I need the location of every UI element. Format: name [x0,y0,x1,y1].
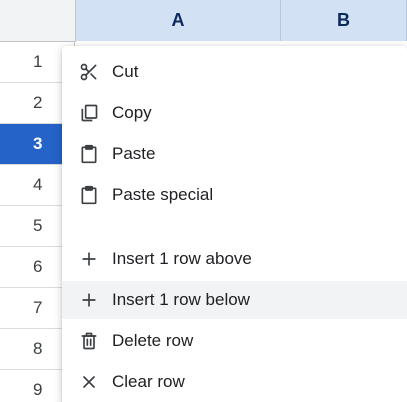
select-all-corner[interactable] [0,0,76,41]
menu-item-label: Insert 1 row below [112,290,250,309]
context-menu: Cut Copy Paste Paste special Insert 1 ro… [62,46,407,402]
menu-item-label: Insert 1 row above [112,249,252,268]
menu-item-clear-row[interactable]: Clear row [62,363,407,401]
row-number: 8 [33,339,43,358]
row-number: 9 [33,380,43,399]
row-number: 4 [33,175,43,194]
column-header-row: A B [0,0,407,42]
copy-icon [78,102,100,124]
row-number: 3 [33,134,43,153]
spreadsheet: A B 1 2 3 4 5 6 7 8 9 Cut Copy Paste Pas… [0,0,407,402]
menu-divider [62,223,407,224]
menu-item-insert-row-below[interactable]: Insert 1 row below [62,281,407,319]
menu-item-delete-row[interactable]: Delete row [62,322,407,360]
menu-item-label: Clear row [112,372,185,391]
row-number: 5 [33,216,43,235]
menu-item-copy[interactable]: Copy [62,94,407,132]
menu-item-cut[interactable]: Cut [62,53,407,91]
x-icon [78,371,100,393]
menu-item-label: Copy [112,103,152,122]
row-number: 1 [33,52,43,71]
clipboard-icon [78,143,100,165]
plus-icon [78,248,100,270]
column-header-b[interactable]: B [281,0,407,41]
menu-item-insert-row-above[interactable]: Insert 1 row above [62,240,407,278]
menu-item-label: Paste special [112,185,214,204]
trash-icon [78,330,100,352]
column-header-a[interactable]: A [76,0,281,41]
menu-item-paste-special[interactable]: Paste special [62,176,407,214]
menu-item-label: Delete row [112,331,194,350]
menu-item-label: Paste [112,144,156,163]
scissors-icon [78,61,100,83]
plus-icon [78,289,100,311]
menu-item-paste[interactable]: Paste [62,135,407,173]
clipboard-icon [78,184,100,206]
row-number: 7 [33,298,43,317]
row-number: 2 [33,93,43,112]
menu-item-label: Cut [112,62,139,81]
row-number: 6 [33,257,43,276]
